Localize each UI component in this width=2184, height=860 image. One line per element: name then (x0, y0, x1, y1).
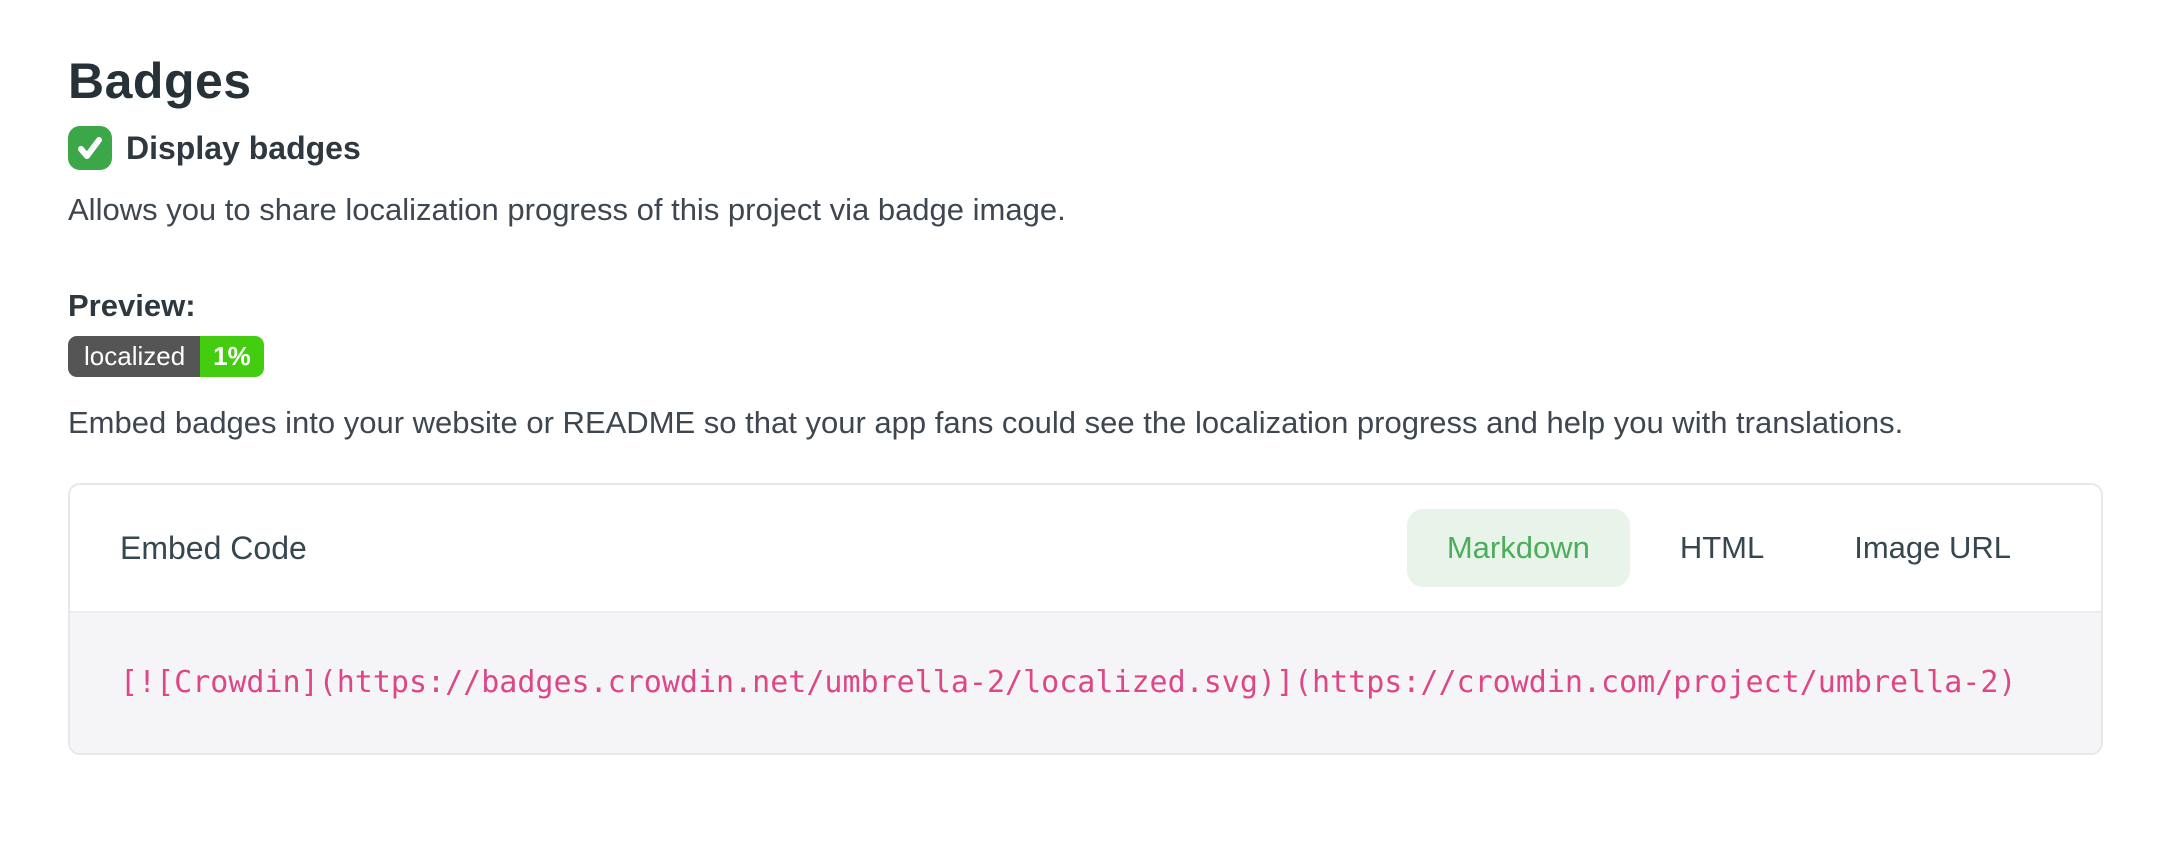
embed-code-title: Embed Code (120, 530, 307, 567)
display-badges-checkbox[interactable] (68, 126, 112, 170)
tab-image-url[interactable]: Image URL (1814, 509, 2051, 587)
tab-html[interactable]: HTML (1640, 509, 1804, 587)
preview-label: Preview: (68, 288, 2112, 324)
display-badges-row: Display badges (68, 126, 2112, 170)
display-badges-description: Allows you to share localization progres… (68, 188, 2112, 232)
badge-value: 1% (200, 336, 264, 377)
embed-code-body: [![Crowdin](https://badges.crowdin.net/u… (70, 613, 2101, 753)
page-title: Badges (68, 50, 2112, 112)
embed-code-card: Embed Code Markdown HTML Image URL [![Cr… (68, 483, 2103, 755)
embed-format-tabs: Markdown HTML Image URL (1407, 509, 2051, 587)
checkmark-icon (75, 133, 105, 163)
display-badges-label[interactable]: Display badges (126, 130, 361, 167)
embed-card-header: Embed Code Markdown HTML Image URL (70, 485, 2101, 613)
badge-name: localized (68, 336, 200, 377)
embed-description: Embed badges into your website or README… (68, 401, 2112, 445)
localization-badge: localized 1% (68, 336, 264, 377)
embed-code-snippet[interactable]: [![Crowdin](https://badges.crowdin.net/u… (120, 661, 2051, 705)
tab-markdown[interactable]: Markdown (1407, 509, 1630, 587)
badges-settings-section: Badges Display badges Allows you to shar… (0, 0, 2184, 755)
